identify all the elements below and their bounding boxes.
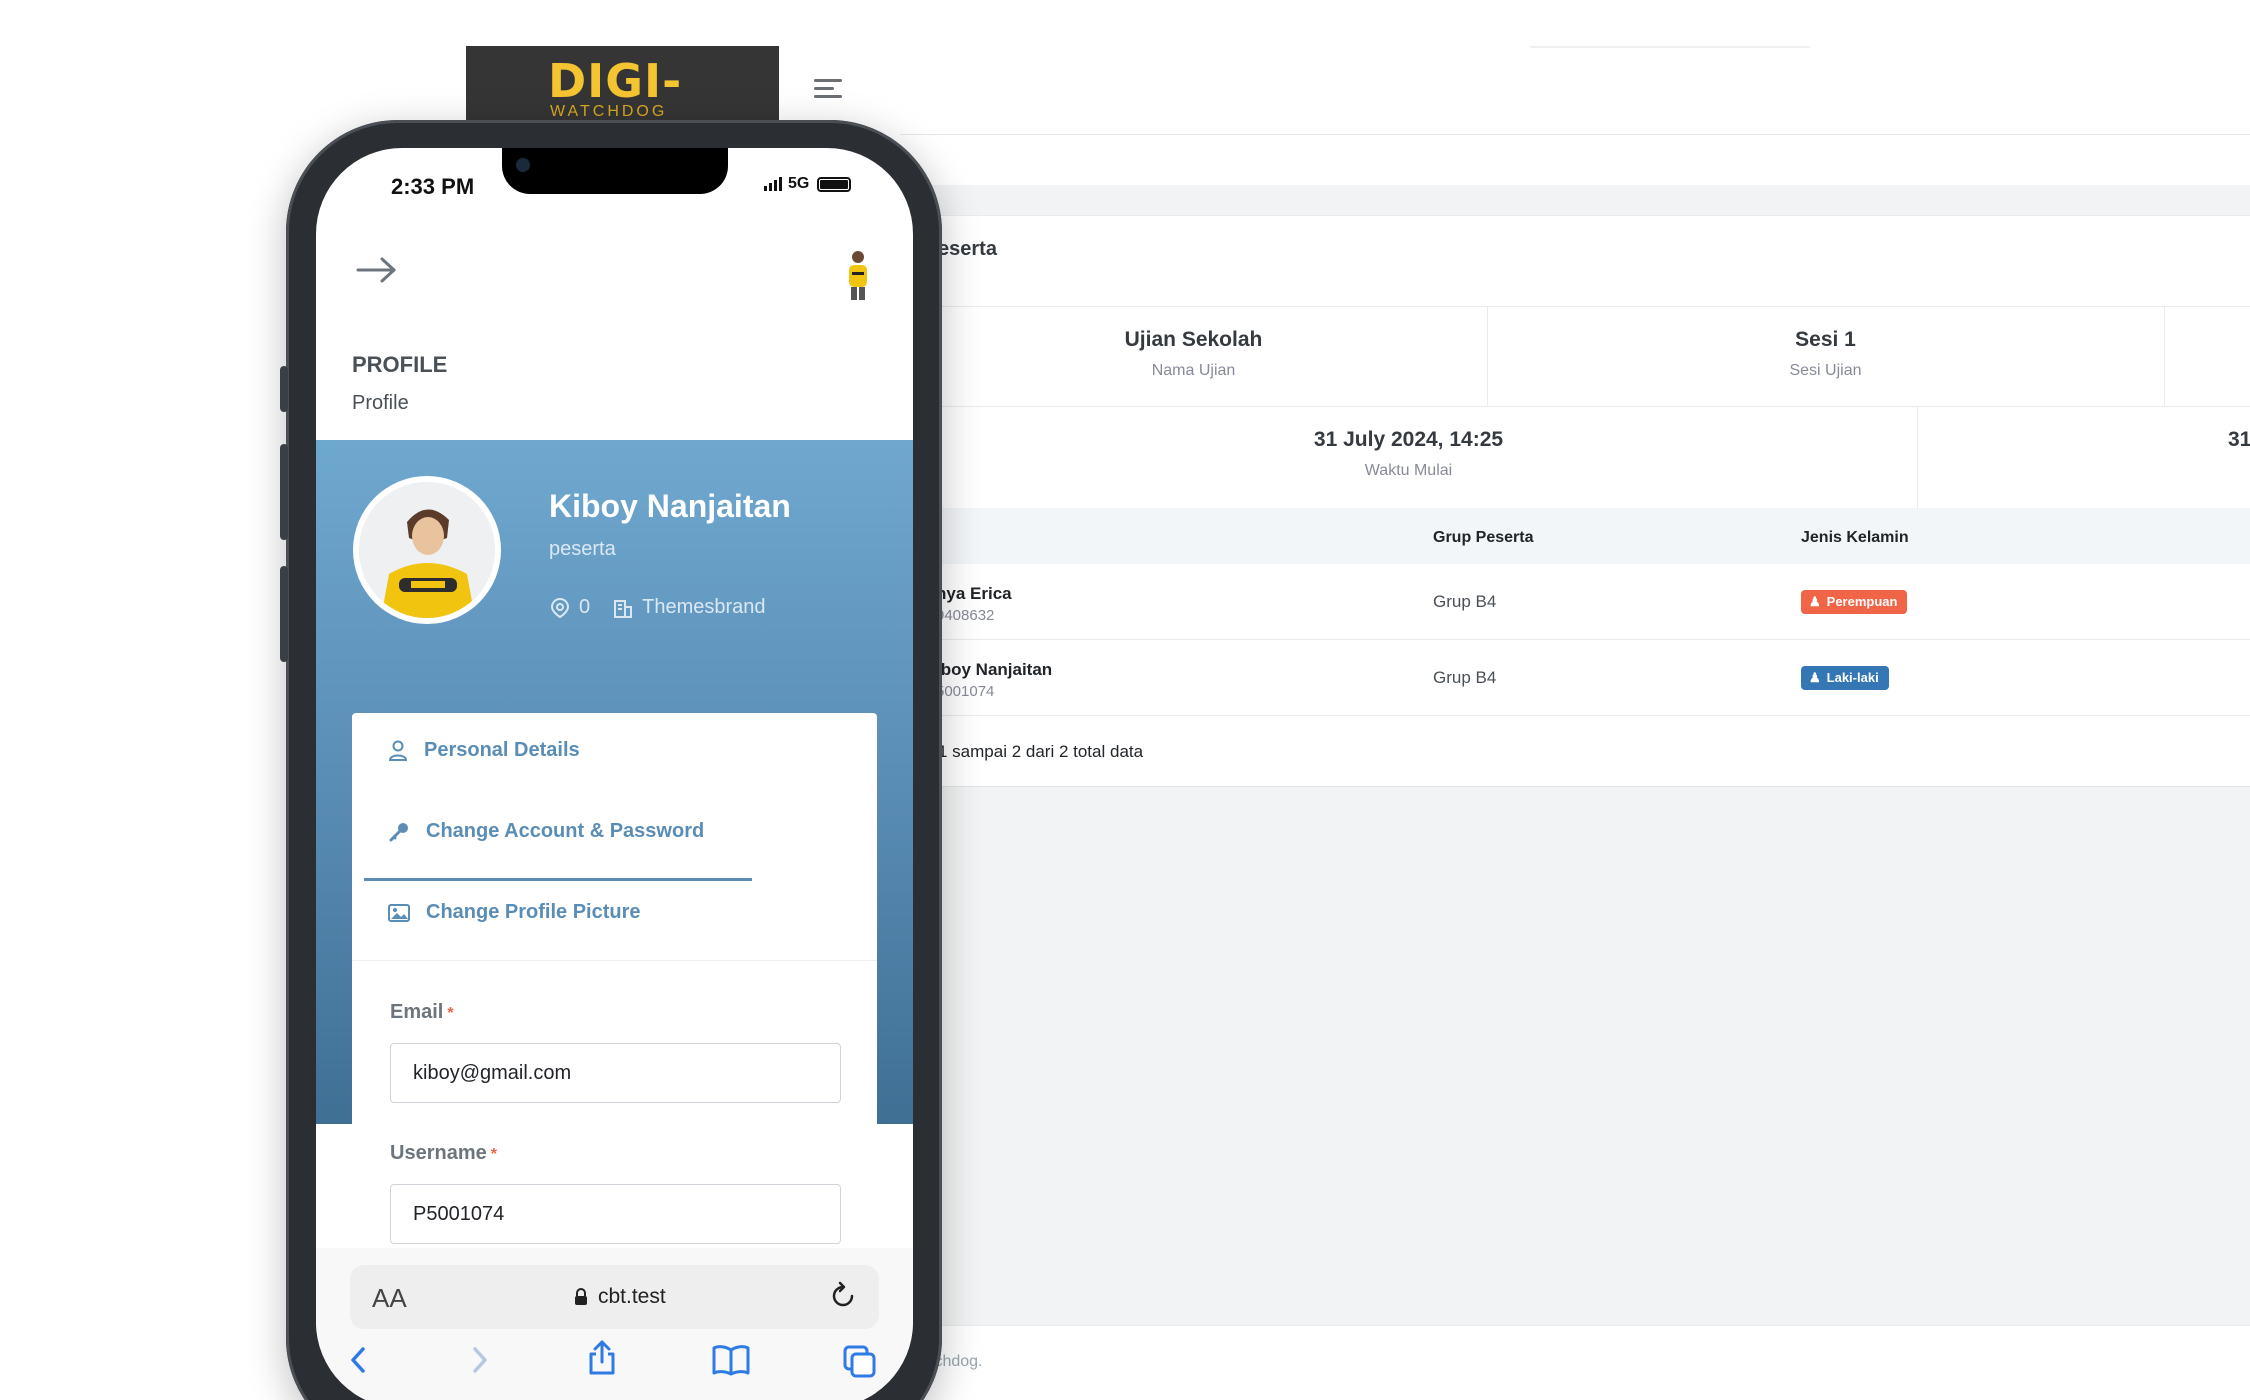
divider	[2164, 306, 2165, 406]
tab-change-account-password[interactable]: Change Account & Password	[388, 820, 704, 843]
profile-avatar[interactable]	[353, 476, 501, 624]
company-name: Themesbrand	[642, 596, 766, 618]
table-header: Grup Peserta Jenis Kelamin	[900, 508, 2250, 564]
table-row[interactable]: nya Erica 9408632 Grup B4 ♟ Perempuan	[900, 564, 2250, 640]
th-group: Grup Peserta	[1433, 529, 1534, 546]
forward-icon[interactable]	[468, 1344, 492, 1376]
exam-name-value: Ujian Sekolah	[1124, 328, 1263, 351]
front-camera	[516, 158, 530, 172]
signal-icon	[764, 177, 782, 191]
hamburger-menu-icon[interactable]	[814, 79, 842, 99]
url-display[interactable]: cbt.test	[574, 1285, 666, 1309]
pagination-info: 1 sampai 2 dari 2 total data	[938, 742, 1144, 761]
building-icon	[614, 599, 633, 618]
network-type: 5G	[788, 175, 810, 192]
participant-card: eserta Ujian Sekolah Nama Ujian Sesi 1 S…	[900, 215, 2250, 787]
share-icon[interactable]	[586, 1338, 618, 1376]
divider	[900, 406, 2250, 407]
location-pin-icon	[550, 597, 570, 618]
status-indicators: 5G	[764, 175, 852, 193]
active-tab-indicator	[364, 878, 752, 881]
user-icon	[388, 740, 408, 761]
email-field[interactable]	[390, 1043, 841, 1103]
stage: DIGI- WATCHDOG eserta Ujian Sekolah Nama…	[0, 0, 2250, 1400]
reload-icon[interactable]	[828, 1281, 858, 1311]
email-label: Email *	[390, 1001, 454, 1023]
back-icon[interactable]	[346, 1344, 370, 1376]
tab-change-profile-picture[interactable]: Change Profile Picture	[388, 901, 641, 924]
bookmarks-icon[interactable]	[711, 1344, 751, 1376]
phone-notch	[502, 148, 728, 194]
user-icon: ♟	[1809, 594, 1821, 609]
profile-menu-card: Personal Details Change Account & Passwo…	[352, 713, 877, 961]
row-group: Grup B4	[1433, 592, 1497, 611]
header-divider	[900, 134, 2250, 135]
tab-label: Personal Details	[424, 739, 580, 761]
profile-meta: 0 Themesbrand	[549, 596, 766, 619]
location-count: 0	[579, 596, 591, 618]
gender-label: Perempuan	[1826, 594, 1898, 609]
breadcrumb: Profile	[352, 392, 409, 414]
end-time-value: 31	[2228, 428, 2250, 451]
top-divider	[1530, 46, 1810, 48]
phone-volume-down-button	[280, 566, 288, 662]
row-group: Grup B4	[1433, 668, 1497, 687]
gender-badge: ♟ Perempuan	[1801, 590, 1908, 614]
status-time: 2:33 PM	[391, 174, 475, 199]
address-bar[interactable]: AA cbt.test	[350, 1265, 879, 1329]
phone-volume-up-button	[280, 444, 288, 540]
profile-name: Kiboy Nanjaitan	[549, 488, 791, 524]
row-id: 9408632	[936, 607, 995, 624]
username-field[interactable]	[390, 1184, 841, 1244]
tab-personal-details[interactable]: Personal Details	[388, 739, 580, 762]
card-title: eserta	[938, 238, 997, 260]
header-avatar[interactable]	[841, 248, 875, 302]
table-row[interactable]: iboy Nanjaitan 5001074 Grup B4 ♟ Laki-lak…	[900, 640, 2250, 716]
sidebar-toggle-arrow-icon[interactable]	[356, 256, 398, 284]
tab-label: Change Account & Password	[426, 820, 705, 842]
image-icon	[388, 903, 410, 922]
battery-icon	[817, 176, 852, 192]
start-time-label: Waktu Mulai	[1364, 462, 1453, 479]
row-name: iboy Nanjaitan	[936, 660, 1053, 679]
session-value: Sesi 1	[1795, 328, 1856, 351]
profile-photo	[359, 482, 495, 618]
divider	[900, 306, 2250, 307]
info-start-time: 31 July 2024, 14:25 Waktu Mulai	[900, 428, 1917, 480]
info-end-time: 31	[2228, 428, 2250, 452]
session-label: Sesi Ujian	[1789, 362, 1862, 379]
page-title: PROFILE	[352, 352, 448, 377]
user-icon: ♟	[1809, 670, 1821, 685]
text-size-button[interactable]: AA	[372, 1283, 407, 1314]
start-time-value: 31 July 2024, 14:25	[1313, 428, 1504, 451]
tabs-icon[interactable]	[842, 1344, 878, 1378]
info-exam-name: Ujian Sekolah Nama Ujian	[900, 328, 1487, 380]
exam-name-label: Nama Ujian	[1151, 362, 1236, 379]
th-gender: Jenis Kelamin	[1801, 529, 1909, 546]
phone-mute-button	[280, 366, 288, 412]
lock-icon	[575, 1288, 587, 1305]
profile-role: peserta	[549, 538, 616, 560]
logo-sub-text: WATCHDOG	[550, 103, 668, 120]
phone-screen: 2:33 PM 5G PROFILE Profile Kiboy Nanjait…	[316, 148, 913, 1400]
row-name: nya Erica	[936, 584, 1012, 603]
info-session: Sesi 1 Sesi Ujian	[1487, 328, 2164, 380]
row-id: 5001074	[936, 683, 995, 700]
username-label: Username *	[390, 1142, 497, 1164]
tab-label: Change Profile Picture	[426, 901, 641, 923]
page-footer: tchdog.	[900, 1325, 2250, 1400]
gender-badge: ♟ Laki-laki	[1801, 666, 1889, 690]
app-logo[interactable]: DIGI- WATCHDOG	[466, 46, 779, 122]
logo-main-text: DIGI-	[548, 54, 683, 108]
key-icon	[389, 822, 408, 841]
gender-label: Laki-laki	[1826, 670, 1879, 685]
divider	[1917, 406, 1918, 508]
